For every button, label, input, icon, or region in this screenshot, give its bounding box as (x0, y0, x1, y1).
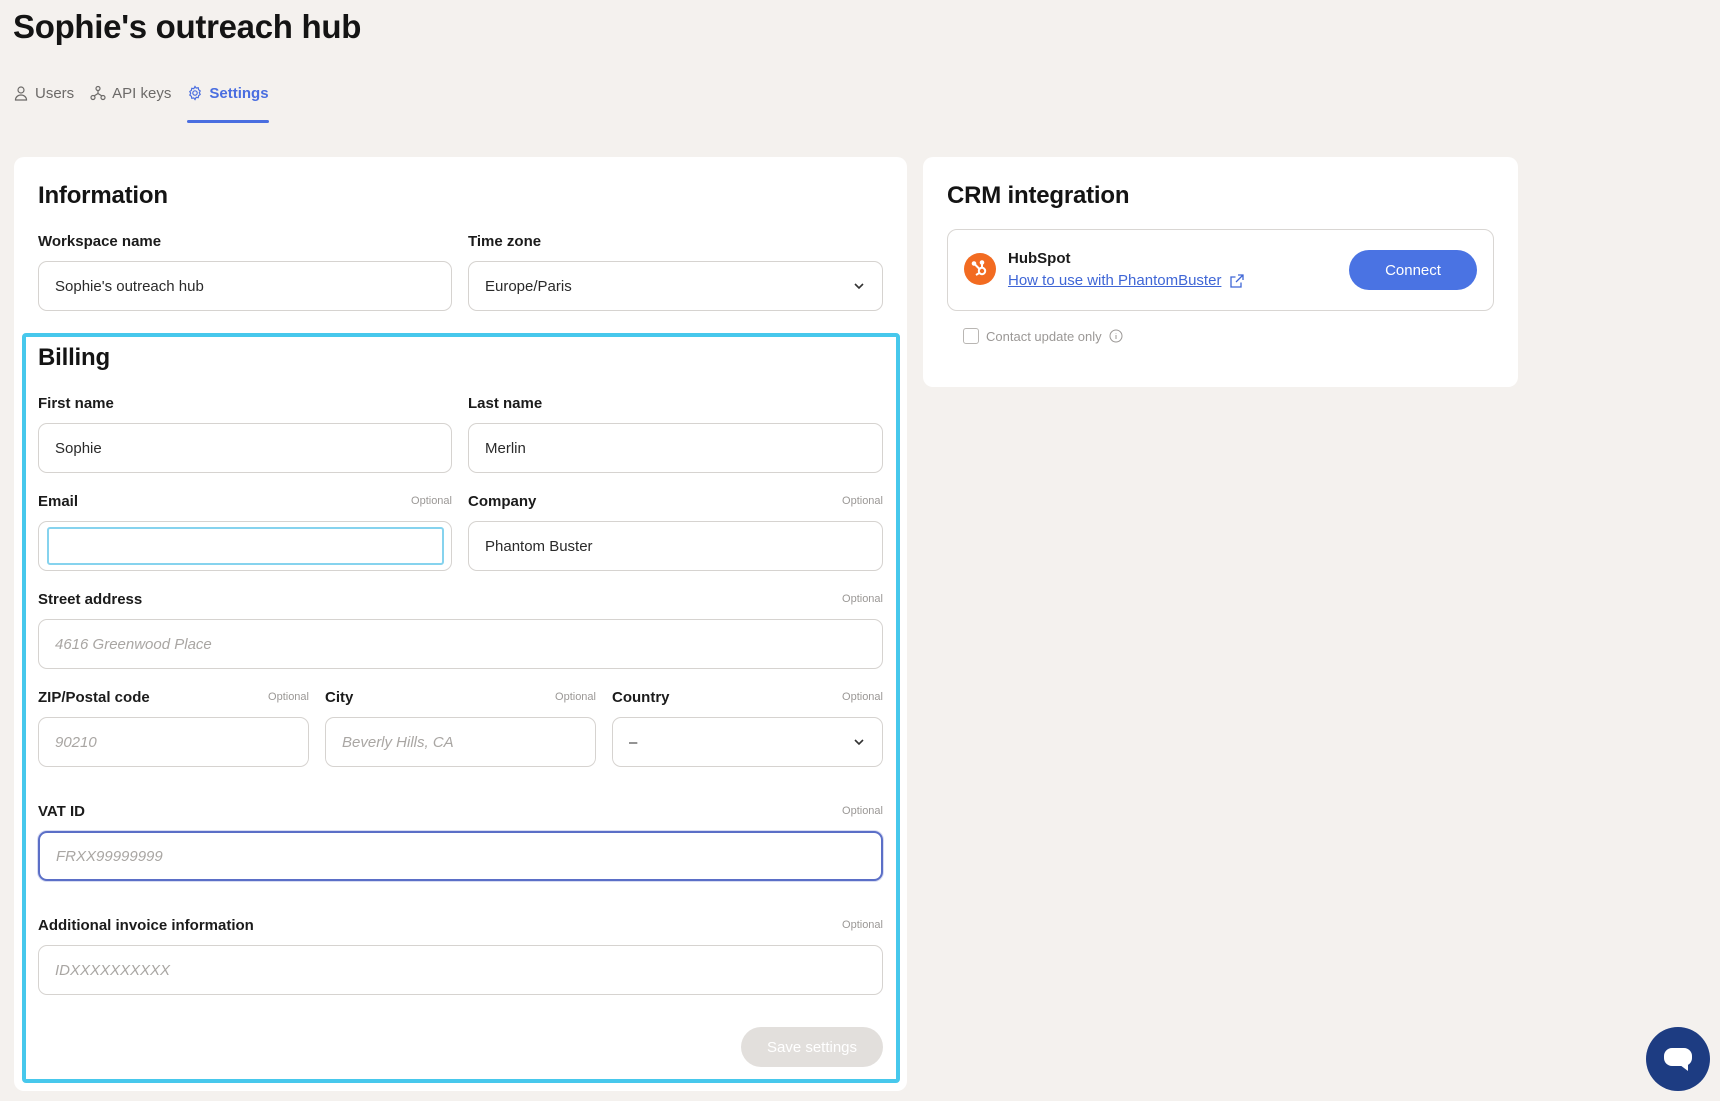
vat-id-placeholder: FRXX99999999 (56, 847, 163, 865)
zip-optional-hint: Optional (268, 691, 309, 703)
zip-placeholder: 90210 (55, 733, 97, 751)
invoice-info-label: Additional invoice information (38, 917, 254, 934)
city-optional-hint: Optional (555, 691, 596, 703)
country-select[interactable]: – (612, 717, 883, 767)
company-optional-hint: Optional (842, 495, 883, 507)
tab-settings[interactable]: Settings (187, 80, 269, 123)
zip-label: ZIP/Postal code (38, 689, 150, 706)
company-label: Company (468, 493, 537, 510)
save-settings-button[interactable]: Save settings (741, 1027, 883, 1067)
first-name-value: Sophie (55, 439, 102, 457)
crm-heading: CRM integration (947, 182, 1130, 209)
tab-users[interactable]: Users (13, 80, 74, 106)
api-keys-icon (90, 85, 106, 101)
workspace-name-input[interactable]: Sophie's outreach hub (38, 261, 452, 311)
info-icon[interactable] (1109, 329, 1123, 343)
chevron-down-icon (854, 739, 864, 746)
workspace-name-value: Sophie's outreach hub (55, 277, 204, 295)
vat-optional-hint: Optional (842, 805, 883, 817)
user-icon (14, 86, 28, 101)
information-heading: Information (38, 182, 168, 209)
hubspot-logo-icon (964, 253, 996, 285)
vat-id-input[interactable]: FRXX99999999 (38, 831, 883, 881)
tab-users-label: Users (35, 84, 75, 102)
city-input[interactable]: Beverly Hills, CA (325, 717, 596, 767)
contact-update-label: Contact update only (986, 328, 1102, 344)
contact-update-checkbox[interactable] (963, 328, 979, 344)
email-focus-ring[interactable] (47, 527, 444, 565)
tab-api-keys-label: API keys (112, 84, 172, 102)
vat-id-label: VAT ID (38, 803, 85, 820)
country-value: – (629, 733, 638, 751)
first-name-label: First name (38, 395, 114, 412)
billing-heading: Billing (38, 344, 110, 371)
last-name-value: Merlin (485, 439, 526, 457)
workspace-name-label: Workspace name (38, 233, 162, 250)
time-zone-value: Europe/Paris (485, 277, 572, 295)
city-placeholder: Beverly Hills, CA (342, 733, 454, 751)
country-optional-hint: Optional (842, 691, 883, 703)
country-label: Country (612, 689, 670, 706)
last-name-label: Last name (468, 395, 543, 412)
company-value: Phantom Buster (485, 537, 593, 555)
hubspot-name: HubSpot (1008, 250, 1071, 267)
street-address-input[interactable]: 4616 Greenwood Place (38, 619, 883, 669)
external-link-icon (1230, 273, 1245, 288)
email-optional-hint: Optional (411, 495, 452, 507)
street-address-placeholder: 4616 Greenwood Place (55, 635, 212, 653)
tab-settings-label: Settings (209, 84, 269, 102)
invoice-optional-hint: Optional (842, 919, 883, 931)
company-input[interactable]: Phantom Buster (468, 521, 883, 571)
chat-support-button[interactable] (1646, 1027, 1710, 1091)
tab-bar: Users API keys Settings (13, 80, 269, 126)
time-zone-select[interactable]: Europe/Paris (468, 261, 883, 311)
first-name-input[interactable]: Sophie (38, 423, 452, 473)
gear-icon (189, 85, 202, 101)
city-label: City (325, 689, 354, 706)
time-zone-label: Time zone (468, 233, 542, 250)
hubspot-help-link-text: How to use with PhantomBuster (1008, 272, 1222, 289)
street-optional-hint: Optional (842, 593, 883, 605)
chat-icon (1664, 1048, 1692, 1071)
page-title: Sophie's outreach hub (13, 8, 362, 45)
tab-api-keys[interactable]: API keys (90, 80, 171, 106)
hubspot-help-link[interactable]: How to use with PhantomBuster (1008, 272, 1245, 289)
last-name-input[interactable]: Merlin (468, 423, 883, 473)
contact-update-row: Contact update only (963, 328, 1123, 344)
chevron-down-icon (854, 283, 864, 290)
connect-button[interactable]: Connect (1349, 250, 1477, 290)
invoice-info-input[interactable]: IDXXXXXXXXXX (38, 945, 883, 995)
email-label: Email (38, 493, 79, 510)
zip-input[interactable]: 90210 (38, 717, 309, 767)
street-address-label: Street address (38, 591, 143, 608)
invoice-info-placeholder: IDXXXXXXXXXX (55, 961, 171, 979)
